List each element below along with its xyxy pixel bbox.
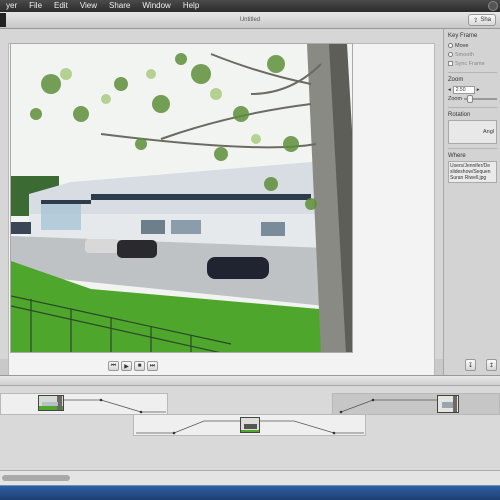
share-icon: ⇪ — [473, 17, 479, 24]
previous-button[interactable]: ⏮ — [108, 361, 119, 371]
timeline-clip-1[interactable] — [0, 393, 168, 415]
play-icon: ▶ — [124, 363, 129, 370]
thumbnail-image — [241, 418, 259, 432]
menu-help[interactable]: Help — [177, 0, 205, 12]
divider — [448, 107, 497, 108]
timeline — [0, 375, 500, 486]
keyframe-option-smooth[interactable]: Smooth — [448, 50, 497, 59]
keyframe-option-label: Move — [455, 42, 469, 49]
rotation-title: Rotation — [448, 112, 471, 118]
zoom-decrease-icon[interactable]: ◂ — [448, 87, 451, 93]
menu-window[interactable]: Window — [136, 0, 176, 12]
menu-file[interactable]: File — [23, 0, 48, 12]
next-button[interactable]: ⏭ — [147, 361, 158, 371]
menu-bar: yer File Edit View Share Window Help — [0, 0, 500, 12]
rotation-section: Rotation Angl — [448, 112, 497, 149]
checkbox-icon[interactable] — [448, 61, 453, 66]
user-icon[interactable] — [488, 1, 498, 11]
photo-illustration — [11, 44, 352, 352]
rotation-control[interactable]: Angl — [448, 120, 497, 144]
keyframe-section: Key Frame Move Smooth Sync Frame — [448, 33, 497, 73]
import-button[interactable]: ↧ — [465, 359, 476, 371]
where-title: Where — [448, 153, 466, 159]
zoom-value-field[interactable]: 2.50 — [452, 85, 475, 94]
window-titlebar: Untitled ⇪ Sha — [0, 12, 500, 29]
menu-app[interactable]: yer — [0, 0, 23, 12]
keyframe-option-label: Sync Frame — [455, 60, 485, 67]
radio-icon[interactable] — [448, 52, 453, 57]
file-path: Users/Jennifer/De slideshow/Sequen Suran… — [448, 161, 497, 183]
zoom-value-row: ◂ 2.50 ▸ — [448, 85, 497, 94]
share-button-label: Sha — [480, 17, 491, 23]
stop-button[interactable]: ■ — [134, 361, 145, 371]
export-icon: ↥ — [488, 362, 495, 369]
menu-view[interactable]: View — [74, 0, 103, 12]
share-button[interactable]: ⇪ Sha — [468, 14, 496, 26]
keyframe-curve — [339, 398, 443, 414]
clip-thumbnail[interactable] — [38, 395, 64, 411]
play-button[interactable]: ▶ — [121, 361, 132, 371]
export-button[interactable]: ↥ — [486, 359, 497, 371]
thumbnail-image — [438, 396, 458, 412]
keyframe-curve — [61, 398, 166, 414]
keyframe-title: Key Frame — [448, 33, 478, 39]
clip-thumbnail[interactable] — [437, 395, 459, 413]
where-section: Where Users/Jennifer/De slideshow/Sequen… — [448, 153, 497, 183]
timeline-scrollbar[interactable] — [0, 470, 500, 486]
scrollbar-thumb[interactable] — [2, 475, 70, 481]
menu-share[interactable]: Share — [103, 0, 136, 12]
keyframe-option-move[interactable]: Move — [448, 41, 497, 50]
timeline-ruler[interactable] — [0, 376, 500, 386]
zoom-slider-knob[interactable] — [467, 94, 474, 103]
clip-thumbnail[interactable] — [240, 417, 260, 433]
zoom-title: Zoom — [448, 77, 464, 83]
corner-buttons: ↧ ↥ — [465, 359, 497, 371]
zoom-slider[interactable] — [464, 94, 497, 103]
zoom-slider-row: Zoom — [448, 94, 497, 103]
zoom-section: Zoom ◂ 2.50 ▸ Zoom — [448, 77, 497, 108]
timeline-clip-3[interactable] — [332, 393, 500, 415]
thumbnail-image — [39, 396, 63, 410]
divider — [448, 148, 497, 149]
divider — [448, 72, 497, 73]
inspector-panel: Key Frame Move Smooth Sync Frame Zoom ◂ … — [443, 29, 500, 375]
zoom-slider-label: Zoom — [448, 95, 463, 102]
radio-icon[interactable] — [448, 43, 453, 48]
keyframe-option-label: Smooth — [455, 51, 474, 58]
menu-edit[interactable]: Edit — [48, 0, 74, 12]
zoom-increase-icon[interactable]: ▸ — [477, 87, 480, 93]
window-title: Untitled — [239, 17, 261, 23]
transport-controls: ⏮ ▶ ■ ⏭ — [108, 361, 158, 371]
keyframe-option-sync[interactable]: Sync Frame — [448, 59, 497, 68]
dock — [0, 485, 500, 500]
rotation-angle-label: Angl — [482, 129, 494, 135]
previous-icon: ⏮ — [110, 362, 117, 369]
preview-photo[interactable] — [10, 43, 353, 353]
stop-icon: ■ — [137, 363, 142, 369]
next-icon: ⏭ — [149, 362, 156, 369]
import-icon: ↧ — [467, 362, 474, 369]
